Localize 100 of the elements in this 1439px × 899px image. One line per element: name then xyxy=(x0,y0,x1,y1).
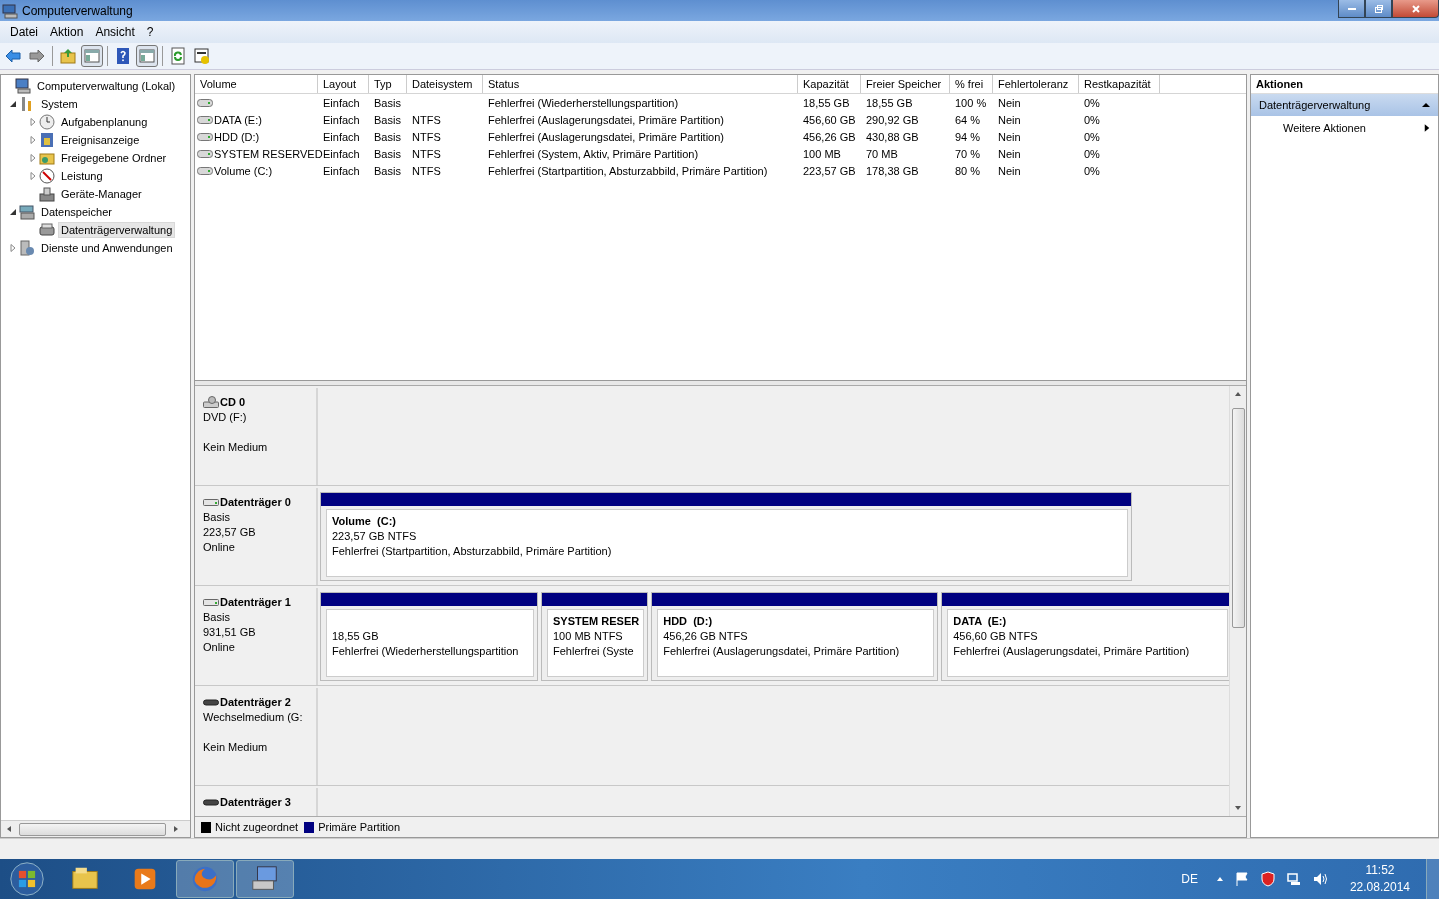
partition-size: 456,60 GB NTFS xyxy=(953,629,1039,644)
tray-expand-icon[interactable] xyxy=(1215,875,1224,883)
partition-title: SYSTEM RESER xyxy=(553,614,640,629)
clock[interactable]: 11:52 22.08.2014 xyxy=(1349,862,1410,896)
partition-title: HDD (D:) xyxy=(663,614,714,629)
column-header[interactable]: Restkapazität xyxy=(1079,75,1160,93)
scroll-left-icon[interactable] xyxy=(5,825,13,833)
action-link[interactable]: Weitere Aktionen xyxy=(1283,122,1366,134)
expanded-arrow-icon[interactable] xyxy=(9,100,17,108)
table-cell: 18,55 GB xyxy=(866,96,913,109)
disk-icon xyxy=(39,222,55,238)
maximize-button[interactable] xyxy=(1365,0,1392,18)
partition-status: Fehlerfrei (Auslagerungsdatei, Primäre Partition) xyxy=(953,644,1191,659)
column-header[interactable]: Status xyxy=(483,75,798,93)
partition-size: 456,26 GB NTFS xyxy=(663,629,749,644)
partition-block[interactable]: DATA (E:) 456,60 GB NTFS Fehlerfrei (Auslagerungsdatei, Primäre Partition) xyxy=(941,592,1229,681)
menu-item[interactable]: Datei xyxy=(4,25,44,39)
partition-block[interactable]: 18,55 GB Fehlerfrei (Wiederherstellungspartition xyxy=(320,592,538,681)
column-header[interactable]: Freier Speicher xyxy=(861,75,950,93)
table-cell: Einfach xyxy=(323,147,360,160)
drive-icon xyxy=(203,496,219,508)
collapse-arrow-icon[interactable] xyxy=(1422,101,1430,109)
tree-item[interactable]: Ereignisanzeige xyxy=(58,132,143,148)
collapsed-arrow-icon[interactable] xyxy=(29,154,37,162)
disk-detail: Online xyxy=(203,540,235,555)
table-cell: Einfach xyxy=(323,130,360,143)
minimize-button[interactable] xyxy=(1338,0,1365,18)
disk-name: Datenträger 1 xyxy=(220,596,291,608)
drive-icon xyxy=(197,148,213,159)
table-cell: HDD (D:) xyxy=(214,130,260,143)
disk-name: Datenträger 2 xyxy=(220,696,291,708)
tree-item[interactable]: Computerverwaltung (Lokal) xyxy=(34,78,179,94)
menu-item[interactable]: ? xyxy=(140,25,160,39)
partition-size: 18,55 GB xyxy=(332,629,380,644)
network-icon[interactable] xyxy=(1285,871,1302,887)
table-cell: 178,38 GB xyxy=(866,164,919,177)
submenu-arrow-icon[interactable] xyxy=(1424,123,1430,133)
tree-item[interactable]: Aufgabenplanung xyxy=(58,114,151,130)
drive-icon xyxy=(197,114,213,125)
horizontal-scrollbar[interactable] xyxy=(1,820,190,837)
disk-detail: Wechselmedium (G: xyxy=(203,710,303,725)
scroll-down-icon[interactable] xyxy=(1234,804,1242,812)
table-cell: Einfach xyxy=(323,164,360,177)
table-cell: 94 % xyxy=(955,130,981,143)
flag-icon[interactable] xyxy=(1233,871,1250,887)
clock-icon xyxy=(39,114,55,130)
column-header[interactable]: % frei xyxy=(950,75,993,93)
language-indicator[interactable]: DE xyxy=(1181,872,1198,886)
collapsed-arrow-icon[interactable] xyxy=(29,118,37,126)
scroll-up-icon[interactable] xyxy=(1234,390,1242,398)
tree-item[interactable]: Freigegebene Ordner xyxy=(58,150,170,166)
expanded-arrow-icon[interactable] xyxy=(9,208,17,216)
column-header[interactable]: Typ xyxy=(369,75,407,93)
scroll-right-icon[interactable] xyxy=(172,825,180,833)
menu-item[interactable]: Aktion xyxy=(44,25,90,39)
table-cell: Nein xyxy=(998,113,1021,126)
disk-name: Datenträger 3 xyxy=(220,796,291,808)
close-button[interactable] xyxy=(1392,0,1439,18)
menu-item[interactable]: Ansicht xyxy=(89,25,141,39)
disk-status: Kein Medium xyxy=(203,740,268,755)
disk-name: CD 0 xyxy=(220,396,246,408)
tree-item[interactable]: Datenträgerverwaltung xyxy=(58,222,176,238)
collapsed-arrow-icon[interactable] xyxy=(9,244,17,252)
tree-item[interactable]: Geräte-Manager xyxy=(58,186,145,202)
partition-status: Fehlerfrei (Wiederherstellungspartition xyxy=(332,644,520,659)
table-cell: 0% xyxy=(1084,130,1100,143)
partition-block[interactable]: Volume (C:) 223,57 GB NTFS Fehlerfrei (Startpartition, Absturzabbild, Primäre Partition) xyxy=(320,492,1132,581)
column-header[interactable]: Dateisystem xyxy=(407,75,483,93)
column-header[interactable]: Fehlertoleranz xyxy=(993,75,1079,93)
partition-status: Fehlerfrei (Auslagerungsdatei, Primäre Partition) xyxy=(663,644,901,659)
vertical-scrollbar[interactable] xyxy=(1229,386,1246,816)
column-header[interactable]: Layout xyxy=(318,75,369,93)
actions-section[interactable]: Datenträgerverwaltung xyxy=(1251,94,1438,116)
disk-detail: Online xyxy=(203,640,235,655)
tree-item[interactable]: Datenspeicher xyxy=(38,204,115,220)
collapsed-arrow-icon[interactable] xyxy=(29,136,37,144)
table-cell: 0% xyxy=(1084,113,1100,126)
partition-block[interactable]: SYSTEM RESER 100 MB NTFS Fehlerfrei (Syste xyxy=(541,592,649,681)
legend-label: Nicht zugeordnet xyxy=(215,821,299,833)
table-cell: Einfach xyxy=(323,96,360,109)
table-cell: 100 MB xyxy=(803,147,841,160)
drive-icon xyxy=(203,796,219,808)
tree-item[interactable]: Leistung xyxy=(58,168,106,184)
volume-icon[interactable] xyxy=(1311,871,1328,887)
computer-icon[interactable] xyxy=(236,860,294,898)
shield-icon[interactable] xyxy=(1259,871,1276,887)
table-cell: Basis xyxy=(374,113,401,126)
column-header[interactable]: Kapazität xyxy=(798,75,861,93)
column-header[interactable]: Volume xyxy=(195,75,318,93)
table-cell: Fehlerfrei (System, Aktiv, Primäre Partition) xyxy=(488,147,699,160)
cd-drive-icon xyxy=(203,396,219,408)
collapsed-arrow-icon[interactable] xyxy=(29,172,37,180)
table-cell: Nein xyxy=(998,96,1021,109)
tree-item[interactable]: System xyxy=(38,96,81,112)
table-cell: Nein xyxy=(998,147,1021,160)
tree-item[interactable]: Dienste und Anwendungen xyxy=(38,240,176,256)
computer-management-icon xyxy=(2,2,18,19)
partition-block[interactable]: HDD (D:) 456,26 GB NTFS Fehlerfrei (Auslagerungsdatei, Primäre Partition) xyxy=(651,592,939,681)
table-cell: Nein xyxy=(998,130,1021,143)
table-cell: 0% xyxy=(1084,96,1100,109)
